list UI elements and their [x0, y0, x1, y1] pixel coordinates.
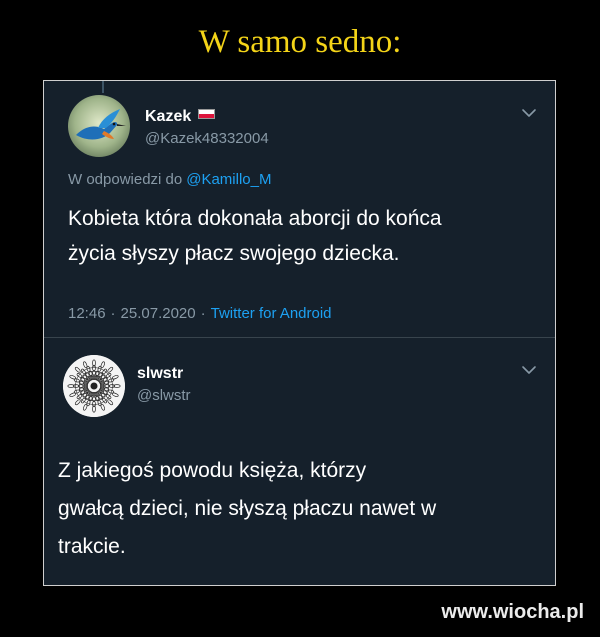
user-handle[interactable]: @slwstr: [137, 387, 191, 404]
display-name[interactable]: Kazek: [145, 108, 191, 126]
mandala-avatar[interactable]: [63, 355, 125, 417]
tweet-time[interactable]: 12:46: [68, 305, 106, 322]
tweet-screenshot: Kazek @Kazek48332004 W odpowiedzi do @Kam…: [43, 80, 556, 586]
meme-title: W samo sedno:: [198, 24, 402, 60]
tweet-date[interactable]: 25.07.2020: [121, 305, 196, 322]
author-block: Kazek @Kazek48332004: [145, 108, 269, 147]
chevron-down-icon[interactable]: [521, 105, 537, 121]
chevron-down-icon[interactable]: [521, 362, 537, 378]
display-name[interactable]: slwstr: [137, 365, 183, 383]
kingfisher-bird-icon: [68, 95, 130, 157]
tweet-slwstr[interactable]: slwstr @slwstr Z jakiegoś powodu księża,…: [44, 338, 555, 585]
tweet-text: Z jakiegoś powodu księża, którzy gwałcą …: [58, 459, 437, 558]
reply-mention-link[interactable]: @Kamillo_M: [186, 171, 271, 188]
poland-flag-icon: [197, 109, 215, 119]
separator: ·: [200, 305, 206, 322]
user-handle[interactable]: @Kazek48332004: [145, 130, 269, 147]
author-block: slwstr @slwstr: [137, 365, 191, 404]
tweet-metadata: 12:46 · 25.07.2020 · Twitter for Android: [68, 305, 332, 322]
tweet-kazek[interactable]: Kazek @Kazek48332004 W odpowiedzi do @Kam…: [44, 81, 555, 338]
site-watermark: www.wiocha.pl: [441, 601, 584, 623]
kingfisher-avatar[interactable]: [68, 95, 130, 157]
mandala-icon: [63, 355, 125, 417]
tweet-source-link[interactable]: Twitter for Android: [211, 305, 332, 322]
reply-context: W odpowiedzi do @Kamillo_M: [68, 171, 271, 188]
reply-prefix: W odpowiedzi do: [68, 171, 183, 188]
separator: ·: [110, 305, 116, 322]
tweet-text: Kobieta która dokonała aborcji do końca …: [68, 207, 442, 265]
